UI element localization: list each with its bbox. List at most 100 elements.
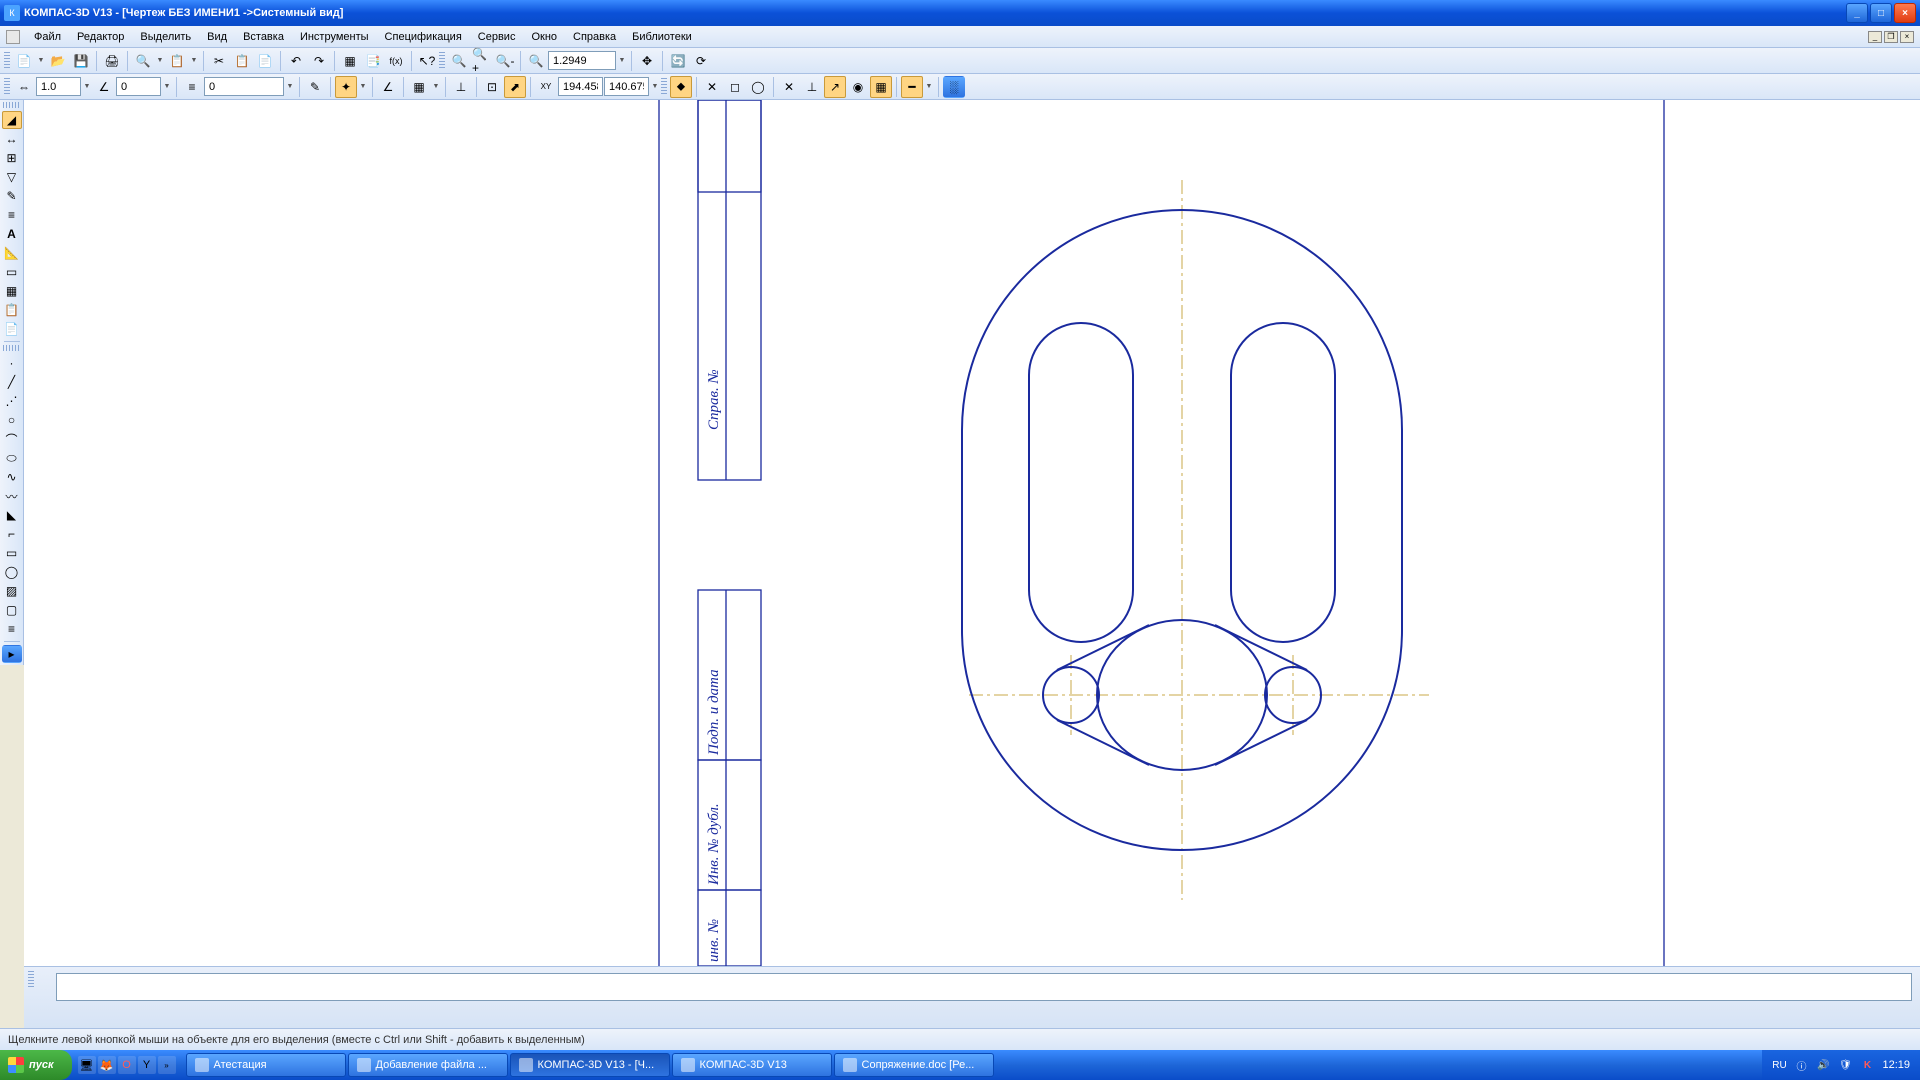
- x-coord[interactable]: [558, 77, 603, 96]
- param-tool[interactable]: ≡: [2, 206, 22, 224]
- new-button[interactable]: 📄: [13, 50, 35, 72]
- polygon-tool[interactable]: ◯: [2, 563, 22, 581]
- measure-tool[interactable]: 📐: [2, 244, 22, 262]
- snap-near[interactable]: ◉: [847, 76, 869, 98]
- preview-dd[interactable]: ▼: [155, 50, 165, 72]
- menu-service[interactable]: Сервис: [470, 29, 524, 45]
- roughness-tool[interactable]: ▽: [2, 168, 22, 186]
- tray-icon-3[interactable]: 🛡: [1838, 1058, 1852, 1072]
- snap-2[interactable]: ✦: [335, 76, 357, 98]
- spec-tool[interactable]: 📋: [2, 301, 22, 319]
- ql-browser-icon[interactable]: 🦊: [98, 1056, 116, 1074]
- undo-button[interactable]: ↶: [285, 50, 307, 72]
- mdi-minimize-button[interactable]: _: [1868, 31, 1882, 43]
- vtoolbar-grip2[interactable]: [3, 345, 21, 351]
- snap-end[interactable]: ✕: [701, 76, 723, 98]
- text-tool[interactable]: А: [2, 225, 22, 243]
- style-input[interactable]: [204, 77, 284, 96]
- snap-perp[interactable]: ⊥: [801, 76, 823, 98]
- paste-button[interactable]: 📄: [254, 50, 276, 72]
- menu-editor[interactable]: Редактор: [69, 29, 132, 45]
- snap-mid[interactable]: ◻: [724, 76, 746, 98]
- clock[interactable]: 12:19: [1882, 1059, 1910, 1071]
- grid-button[interactable]: ▦: [339, 50, 361, 72]
- round[interactable]: ⊡: [481, 76, 503, 98]
- fx-button[interactable]: f(x): [385, 50, 407, 72]
- ql-opera-icon[interactable]: O: [118, 1056, 136, 1074]
- menu-spec[interactable]: Спецификация: [377, 29, 470, 45]
- toolbar2-grip2[interactable]: [661, 78, 667, 96]
- menu-file[interactable]: Файл: [26, 29, 69, 45]
- open-button[interactable]: 📂: [47, 50, 69, 72]
- gridsnap-dd[interactable]: ▼: [431, 76, 441, 98]
- mdi-restore-button[interactable]: ❐: [1884, 31, 1898, 43]
- mdi-close-button[interactable]: ×: [1900, 31, 1914, 43]
- ortho[interactable]: ⊥: [450, 76, 472, 98]
- hatch-tool[interactable]: ▨: [2, 582, 22, 600]
- more-tool[interactable]: ▸: [2, 645, 22, 663]
- ellipse-tool[interactable]: ⬭: [2, 449, 22, 467]
- fillet-tool[interactable]: ⌐: [2, 525, 22, 543]
- toolbar-grip[interactable]: [4, 52, 10, 70]
- tray-icon-1[interactable]: ⓘ: [1794, 1058, 1808, 1072]
- redo-button[interactable]: ↷: [308, 50, 330, 72]
- drawing-canvas[interactable]: Справ. № Подп. и дата Инв. № дубл. инв. …: [24, 100, 1920, 966]
- zoom-window-button[interactable]: 🔍: [525, 50, 547, 72]
- contour-tool[interactable]: ▢: [2, 601, 22, 619]
- rect-tool[interactable]: ▭: [2, 544, 22, 562]
- print-button[interactable]: 🖨: [101, 50, 123, 72]
- zoom-fit-button[interactable]: 🔍: [448, 50, 470, 72]
- refresh-button[interactable]: 🔄: [667, 50, 689, 72]
- angle-dd[interactable]: ▼: [162, 76, 172, 98]
- lines-set[interactable]: ━: [901, 76, 923, 98]
- snap-1[interactable]: ✎: [304, 76, 326, 98]
- arc-tool[interactable]: ⌒: [2, 430, 22, 448]
- menu-view[interactable]: Вид: [199, 29, 235, 45]
- panel-grip[interactable]: [28, 971, 34, 989]
- edit-tool[interactable]: ✎: [2, 187, 22, 205]
- zoom-out-button[interactable]: 🔍-: [494, 50, 516, 72]
- line-tool[interactable]: ╱: [2, 373, 22, 391]
- bezier-tool[interactable]: 〰: [2, 487, 22, 505]
- menu-select[interactable]: Выделить: [132, 29, 199, 45]
- toolbar-grip-2[interactable]: [439, 52, 445, 70]
- snap-center[interactable]: ◯: [747, 76, 769, 98]
- zoom-input[interactable]: [548, 51, 616, 70]
- select-tool[interactable]: ▭: [2, 263, 22, 281]
- snap2-dd[interactable]: ▼: [358, 76, 368, 98]
- close-button[interactable]: ×: [1894, 3, 1916, 23]
- notation-tool[interactable]: ⊞: [2, 149, 22, 167]
- ql-more-icon[interactable]: »: [158, 1056, 176, 1074]
- snap-tan[interactable]: ↗: [824, 76, 846, 98]
- copy-button[interactable]: 📋: [231, 50, 253, 72]
- start-button[interactable]: пуск: [0, 1050, 72, 1080]
- ql-desktop-icon[interactable]: 🖥: [78, 1056, 96, 1074]
- snap-int[interactable]: ✕: [778, 76, 800, 98]
- task-btn-2[interactable]: Добавление файла ...: [348, 1053, 508, 1077]
- zoom-in-button[interactable]: 🔍+: [471, 50, 493, 72]
- ql-yandex-icon[interactable]: Y: [138, 1056, 156, 1074]
- properties-button[interactable]: 📋: [166, 50, 188, 72]
- style-dd[interactable]: ▼: [285, 76, 295, 98]
- pan-button[interactable]: ✥: [636, 50, 658, 72]
- preview-button[interactable]: 🔍: [132, 50, 154, 72]
- reports-tool[interactable]: 📄: [2, 320, 22, 338]
- grid-snap[interactable]: ▦: [408, 76, 430, 98]
- toolbar2-grip[interactable]: [4, 78, 10, 96]
- tray-icon-2[interactable]: 🔊: [1816, 1058, 1830, 1072]
- message-area[interactable]: [56, 973, 1912, 1001]
- minimize-button[interactable]: _: [1846, 3, 1868, 23]
- lang-indicator[interactable]: RU: [1772, 1058, 1786, 1072]
- y-coord[interactable]: [604, 77, 649, 96]
- snap-grid[interactable]: ▦: [870, 76, 892, 98]
- tray-icon-4[interactable]: K: [1860, 1058, 1874, 1072]
- step-dd[interactable]: ▼: [82, 76, 92, 98]
- aux-line-tool[interactable]: ⋰: [2, 392, 22, 410]
- new-dropdown[interactable]: ▼: [36, 50, 46, 72]
- menu-insert[interactable]: Вставка: [235, 29, 292, 45]
- menu-help[interactable]: Справка: [565, 29, 624, 45]
- props-dd[interactable]: ▼: [189, 50, 199, 72]
- point-tool[interactable]: ·: [2, 354, 22, 372]
- equidist-tool[interactable]: ≡: [2, 620, 22, 638]
- lines-dd[interactable]: ▼: [924, 76, 934, 98]
